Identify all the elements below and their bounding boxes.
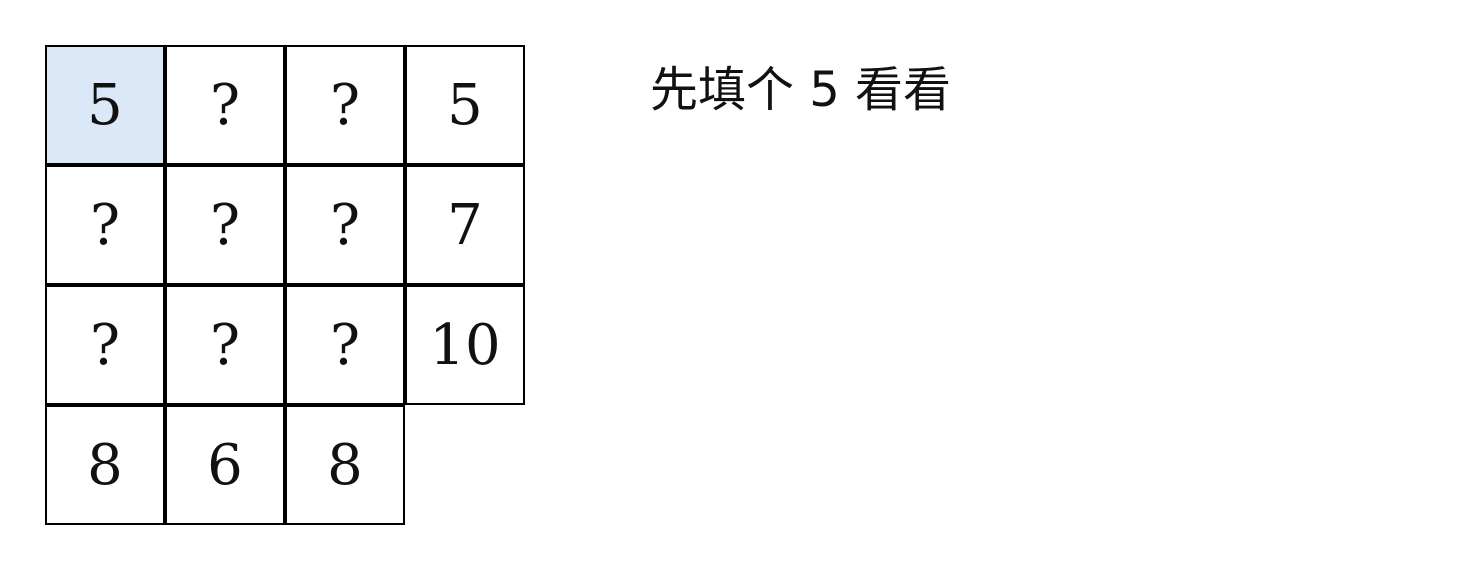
grid-cell: 6 <box>165 405 285 525</box>
grid-cell: 5 <box>405 45 525 165</box>
number-grid: 5?? 5??? 7??? 10 8 6 8 <box>45 45 527 527</box>
grid-cell: ? <box>45 165 165 285</box>
grid-cell: ? <box>165 285 285 405</box>
grid-cell: 8 <box>285 405 405 525</box>
grid-cell: ? <box>285 285 405 405</box>
grid-cell: ? <box>285 165 405 285</box>
caption-text: 先填个 5 看看 <box>650 62 952 118</box>
empty-corner <box>405 405 525 525</box>
grid-cell: ? <box>165 45 285 165</box>
grid-cell: ? <box>165 165 285 285</box>
grid-cell-highlighted: 5 <box>45 45 165 165</box>
grid-cell: ? <box>285 45 405 165</box>
grid-cell: 8 <box>45 405 165 525</box>
grid-cell: 7 <box>405 165 525 285</box>
grid-cell: ? <box>45 285 165 405</box>
grid-cell: 10 <box>405 285 525 405</box>
